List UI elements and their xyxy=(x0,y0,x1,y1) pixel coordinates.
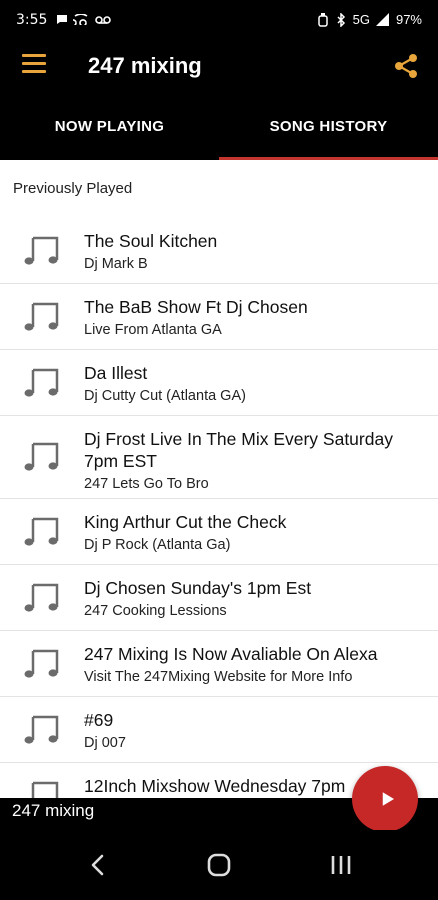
music-note-icon xyxy=(24,302,59,331)
share-button[interactable] xyxy=(392,52,420,80)
list-item[interactable]: Da Illest Dj Cutty Cut (Atlanta GA) xyxy=(0,350,438,416)
item-title: The BaB Show Ft Dj Chosen xyxy=(84,297,308,317)
status-time: 3:55 xyxy=(16,12,48,28)
item-subtitle: Dj Cutty Cut (Atlanta GA) xyxy=(84,388,246,404)
item-title: 247 Mixing Is Now Avaliable On Alexa xyxy=(84,644,378,664)
item-title: The Soul Kitchen xyxy=(84,231,218,251)
music-note-icon xyxy=(24,236,59,265)
message-icon xyxy=(57,15,67,25)
bluetooth-icon xyxy=(337,12,345,27)
song-history-panel[interactable]: Previously Played The Soul Kitchen Dj Ma… xyxy=(0,160,438,798)
tab-song-history[interactable]: SONG HISTORY xyxy=(219,94,438,160)
back-button[interactable] xyxy=(83,852,113,878)
item-title: Dj Chosen Sunday's 1pm Est xyxy=(84,578,312,598)
item-subtitle: Dj Mark B xyxy=(84,256,148,272)
recents-icon xyxy=(331,856,351,874)
music-note-icon xyxy=(24,442,59,471)
music-note-icon xyxy=(24,649,59,678)
battery-percent: 97% xyxy=(395,12,422,27)
voicemail-icon xyxy=(69,13,88,28)
share-icon xyxy=(395,54,417,78)
system-icons: 5G 97% xyxy=(317,12,422,27)
mini-player-title: 247 mixing xyxy=(12,801,95,820)
system-nav-bar xyxy=(0,830,438,900)
app-bar: 247 mixing xyxy=(0,40,438,94)
notification-icons xyxy=(56,12,111,28)
list-item[interactable]: King Arthur Cut the Check Dj P Rock (Atl… xyxy=(0,499,438,565)
item-subtitle: Live From Atlanta GA xyxy=(84,322,222,338)
network-type: 5G xyxy=(352,12,370,27)
menu-icon-line xyxy=(22,70,46,73)
item-title: King Arthur Cut the Check xyxy=(84,512,287,532)
signal-icon xyxy=(375,13,389,26)
status-bar: 3:55 5G 97% xyxy=(0,0,438,40)
music-note-icon xyxy=(24,715,59,744)
tab-bar: NOW PLAYING SONG HISTORY xyxy=(0,94,438,160)
back-icon xyxy=(91,854,104,876)
item-subtitle: Dj 007 xyxy=(84,735,126,751)
item-subtitle: Dj P Rock (Atlanta Ga) xyxy=(84,537,231,553)
list-item[interactable]: The Soul Kitchen Dj Mark B xyxy=(0,218,438,284)
item-subtitle: 247 Lets Go To Bro xyxy=(84,476,209,492)
list-item[interactable]: The BaB Show Ft Dj Chosen Live From Atla… xyxy=(0,284,438,350)
home-icon xyxy=(207,853,231,877)
home-button[interactable] xyxy=(204,852,234,878)
music-note-icon xyxy=(24,368,59,397)
play-icon xyxy=(382,792,394,806)
item-title: Da Illest xyxy=(84,363,148,383)
item-subtitle: Visit The 247Mixing Website for More Inf… xyxy=(84,669,353,685)
play-button[interactable] xyxy=(352,766,418,832)
list-item[interactable]: #69 Dj 007 xyxy=(0,697,438,763)
list-item[interactable]: Dj Frost Live In The Mix Every Saturday … xyxy=(0,416,438,499)
recents-button[interactable] xyxy=(326,852,356,878)
history-list: The Soul Kitchen Dj Mark B The BaB Show … xyxy=(0,218,438,798)
app-title: 247 mixing xyxy=(88,53,202,78)
item-title: Dj Frost Live In The Mix Every Saturday … xyxy=(84,429,393,471)
menu-icon-line xyxy=(22,54,46,57)
list-item[interactable]: 247 Mixing Is Now Avaliable On Alexa Vis… xyxy=(0,631,438,697)
menu-button[interactable] xyxy=(22,54,48,80)
list-item[interactable]: Dj Chosen Sunday's 1pm Est 247 Cooking L… xyxy=(0,565,438,631)
missed-call-icon xyxy=(94,16,111,25)
item-subtitle: 247 Cooking Lessions xyxy=(84,603,227,619)
tab-now-playing[interactable]: NOW PLAYING xyxy=(0,94,219,160)
menu-icon-line xyxy=(22,62,46,65)
alarm-icon xyxy=(317,12,328,27)
music-note-icon xyxy=(24,517,59,546)
section-label: Previously Played xyxy=(13,180,133,197)
music-note-icon xyxy=(31,781,59,798)
music-note-icon xyxy=(24,583,59,612)
item-title: #69 xyxy=(84,710,114,730)
